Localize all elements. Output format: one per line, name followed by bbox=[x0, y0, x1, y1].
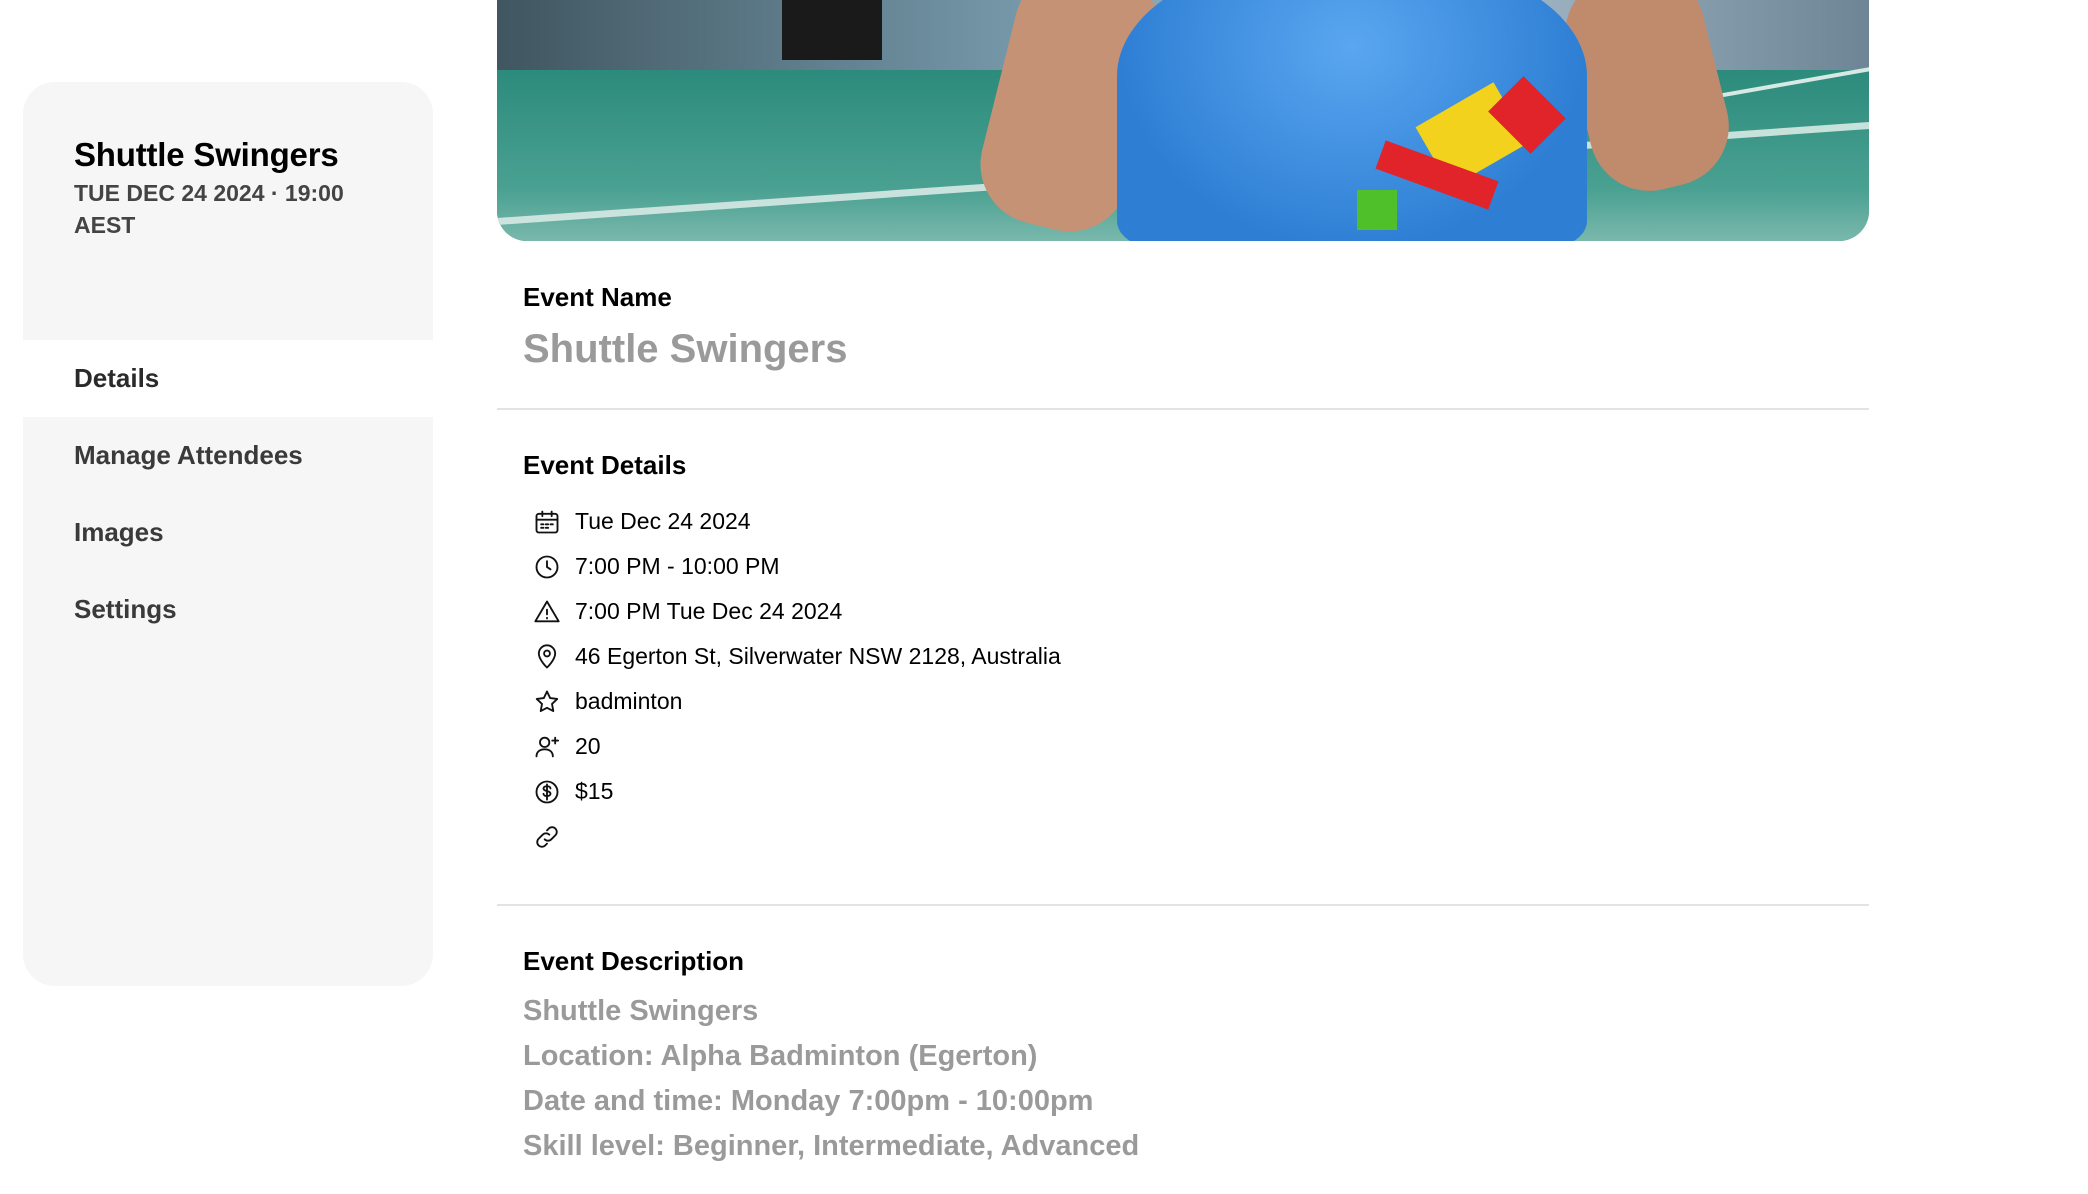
star-icon bbox=[533, 688, 561, 716]
detail-price-text: $15 bbox=[575, 778, 614, 804]
detail-location-text: 46 Egerton St, Silverwater NSW 2128, Aus… bbox=[575, 643, 1061, 669]
event-name-value[interactable]: Shuttle Swingers bbox=[523, 327, 1869, 372]
detail-link bbox=[497, 814, 1869, 859]
nav-item-images[interactable]: Images bbox=[23, 494, 433, 571]
event-description-body[interactable]: Shuttle Swingers Location: Alpha Badmint… bbox=[523, 989, 1869, 1169]
event-description-section: Event Description Shuttle Swingers Locat… bbox=[497, 946, 1869, 1169]
detail-start: 7:00 PM Tue Dec 24 2024 bbox=[497, 589, 1869, 634]
detail-location: 46 Egerton St, Silverwater NSW 2128, Aus… bbox=[497, 634, 1869, 679]
description-line: Date and time: Monday 7:00pm - 10:00pm bbox=[523, 1085, 1094, 1117]
detail-start-text: 7:00 PM Tue Dec 24 2024 bbox=[575, 598, 843, 624]
nav-item-manage-attendees[interactable]: Manage Attendees bbox=[23, 417, 433, 494]
event-details-label: Event Details bbox=[523, 450, 687, 480]
detail-capacity: 20 bbox=[497, 724, 1869, 769]
event-title: Shuttle Swingers bbox=[74, 136, 339, 173]
detail-date: Tue Dec 24 2024 bbox=[497, 499, 1869, 544]
event-name-section: Event Name Shuttle Swingers bbox=[497, 282, 1869, 372]
detail-sport: badminton bbox=[497, 679, 1869, 724]
event-description-label: Event Description bbox=[523, 946, 745, 976]
sidebar-header: Shuttle Swingers TUE DEC 24 2024 · 19:00… bbox=[23, 82, 433, 340]
event-details-list: Tue Dec 24 2024 7:00 PM - 10:00 PM 7:00 … bbox=[497, 499, 1869, 859]
sidebar: Shuttle Swingers TUE DEC 24 2024 · 19:00… bbox=[23, 82, 433, 986]
detail-date-text: Tue Dec 24 2024 bbox=[575, 508, 751, 534]
location-pin-icon bbox=[533, 643, 561, 671]
detail-price: $15 bbox=[497, 769, 1869, 814]
detail-time: 7:00 PM - 10:00 PM bbox=[497, 544, 1869, 589]
clock-icon bbox=[533, 553, 561, 581]
description-line: Location: Alpha Badminton (Egerton) bbox=[523, 1040, 1038, 1072]
warning-icon bbox=[533, 598, 561, 626]
event-cover-image bbox=[497, 0, 1869, 241]
event-details-section: Event Details Tue Dec 24 2024 7:00 PM - … bbox=[497, 450, 1869, 859]
add-user-icon bbox=[533, 733, 561, 761]
event-datetime: TUE DEC 24 2024 · 19:00 AEST bbox=[74, 180, 344, 238]
nav-item-details[interactable]: Details bbox=[23, 340, 433, 417]
detail-time-text: 7:00 PM - 10:00 PM bbox=[575, 553, 780, 579]
nav-item-settings[interactable]: Settings bbox=[23, 571, 433, 648]
dollar-icon bbox=[533, 778, 561, 806]
calendar-icon bbox=[533, 508, 561, 536]
divider bbox=[497, 408, 1869, 410]
event-name-label: Event Name bbox=[523, 282, 672, 312]
detail-capacity-text: 20 bbox=[575, 733, 601, 759]
description-line: Skill level: Beginner, Intermediate, Adv… bbox=[523, 1130, 1140, 1162]
detail-sport-text: badminton bbox=[575, 688, 683, 714]
divider bbox=[497, 904, 1869, 906]
description-line: Shuttle Swingers bbox=[523, 995, 759, 1027]
link-icon[interactable] bbox=[533, 823, 561, 851]
